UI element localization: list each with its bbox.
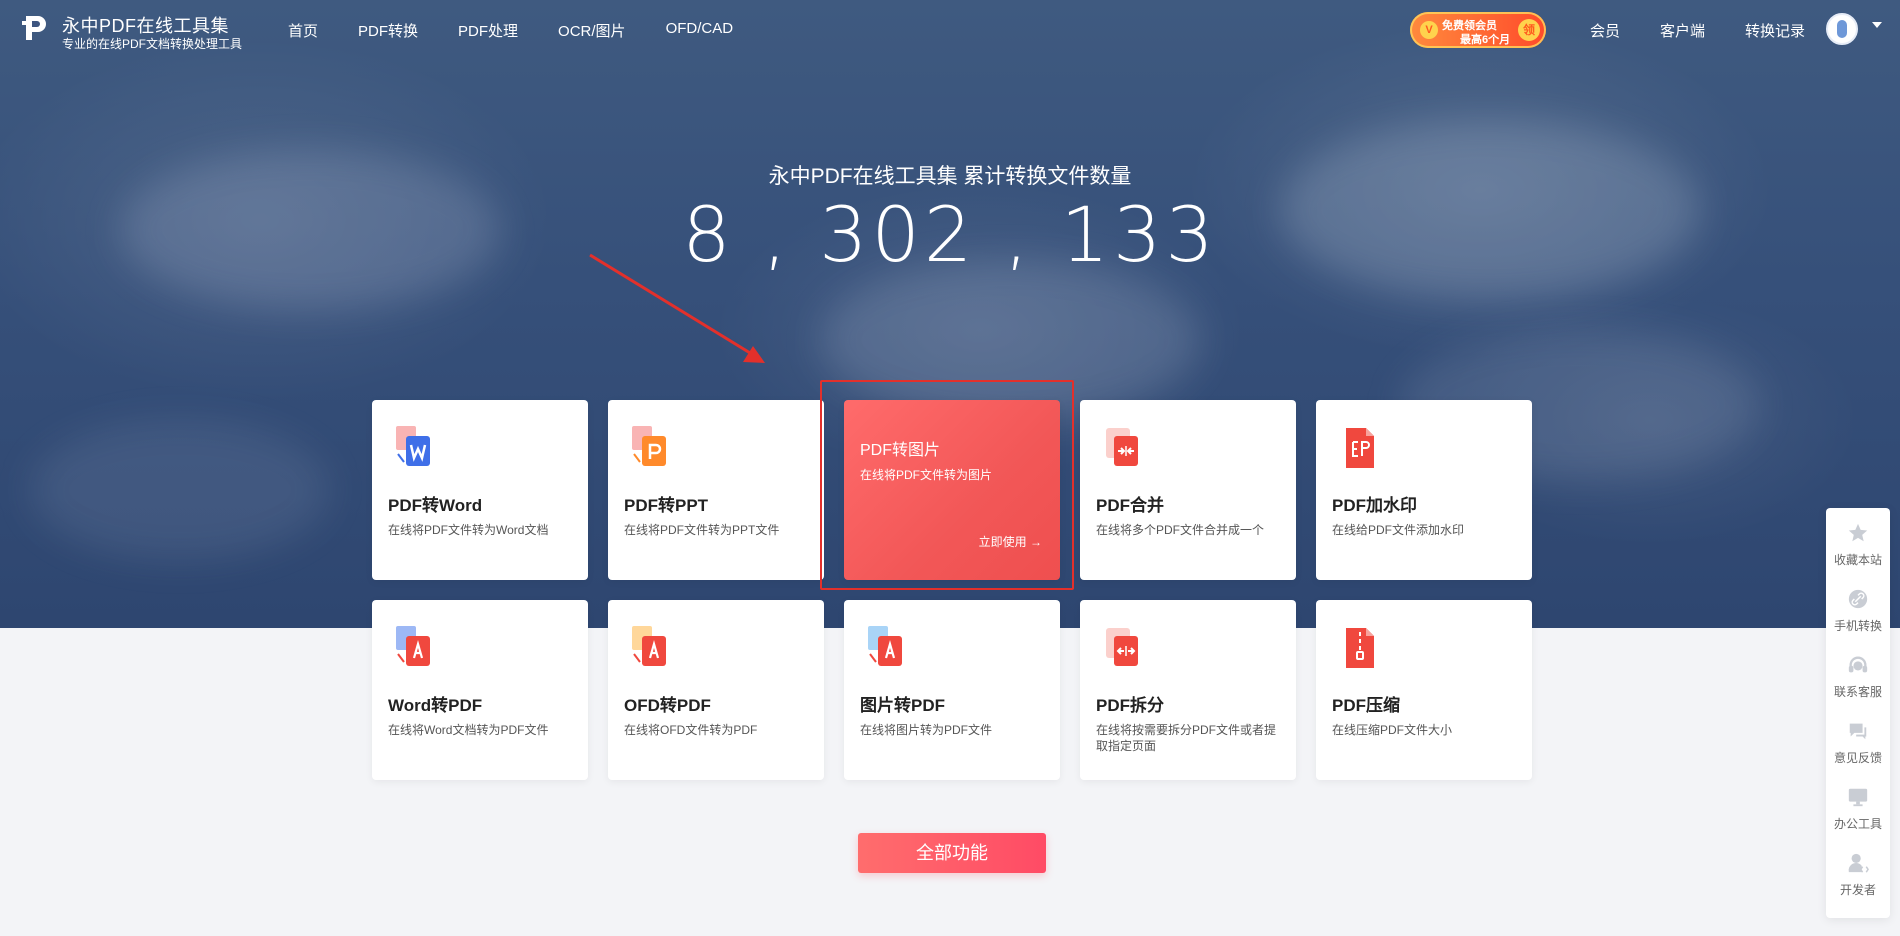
tool-card-pdf-watermark[interactable]: PDF加水印 在线给PDF文件添加水印 [1316,400,1532,580]
sidebar-item-label: 手机转换 [1833,619,1882,633]
sidebar-item-label: 联系客服 [1833,685,1882,699]
pdf-to-word-icon [396,426,430,466]
sidebar-item-feedback[interactable]: 意见反馈 [1826,706,1890,772]
free-membership-promo-button[interactable]: V 免费领会员 最高6个月 领 [1410,12,1546,48]
card-title: PDF转图片 [860,442,941,459]
tool-card-pdf-to-image[interactable]: PDF转图片 在线将PDF文件转为图片 立即使用 → [844,400,1060,580]
all-features-button[interactable]: 全部功能 [858,833,1046,873]
sidebar-item-label: 收藏本站 [1833,553,1882,567]
annotation-arrow-icon [589,253,765,363]
sidebar-item-label: 办公工具 [1833,817,1882,831]
card-description: 在线将Word文档转为PDF文件 [388,723,549,737]
pdf-split-icon [1106,628,1138,666]
user-avatar[interactable] [1826,13,1858,45]
card-title: PDF压缩 [1332,696,1400,715]
tool-card-ofd-to-pdf[interactable]: OFD转PDF 在线将OFD文件转为PDF [608,600,824,780]
tool-card-pdf-to-word[interactable]: PDF转Word 在线将PDF文件转为Word文档 [372,400,588,580]
sidebar-item-office-tools[interactable]: 办公工具 [1826,772,1890,838]
sidebar-item-label: 开发者 [1839,883,1876,897]
card-description: 在线将PDF文件转为Word文档 [388,523,549,537]
card-title: Word转PDF [388,696,483,715]
coin-icon: 领 [1518,19,1540,41]
nav-client[interactable]: 客户端 [1660,20,1705,41]
star-icon [1848,523,1868,542]
pdf-compress-icon [1346,628,1374,668]
tool-card-pdf-split[interactable]: PDF拆分 在线将按需要拆分PDF文件或者提取指定页面 [1080,600,1296,780]
headset-icon [1848,656,1868,673]
nav-membership[interactable]: 会员 [1590,20,1620,41]
link-icon [1848,589,1868,609]
card-title: PDF转PPT [624,496,709,515]
pdf-to-ppt-icon [632,426,666,466]
vip-badge-icon: V [1420,21,1438,39]
conversion-counter-value: 8 , 302 , 133 [682,190,1218,279]
main-nav: 首页 PDF转换 PDF处理 OCR/图片 OFD/CAD [288,20,773,41]
nav-home[interactable]: 首页 [288,20,318,41]
card-title: PDF合并 [1096,496,1164,515]
card-title: 图片转PDF [860,696,945,715]
conversion-counter-label: 永中PDF在线工具集 累计转换文件数量 [768,165,1132,188]
word-to-pdf-icon [396,626,430,666]
user-nav: 会员 客户端 转换记录 [1590,20,1845,41]
card-description: 在线将按需要拆分PDF文件或者提取指定页面 [1096,723,1277,753]
nav-pdf-convert[interactable]: PDF转换 [358,20,418,41]
pdf-merge-icon [1106,428,1138,466]
tool-card-pdf-to-ppt[interactable]: PDF转PPT 在线将PDF文件转为PPT文件 [608,400,824,580]
card-description: 在线将图片转为PDF文件 [860,723,993,737]
brand-logo-icon[interactable] [20,12,52,44]
card-description: 在线将多个PDF文件合并成一个 [1096,523,1265,537]
pdf-watermark-icon [1346,428,1374,468]
card-title: OFD转PDF [624,696,711,715]
sidebar-item-bookmark[interactable]: 收藏本站 [1826,508,1890,574]
developer-icon [1848,853,1869,873]
card-description: 在线将PDF文件转为PPT文件 [624,523,780,537]
nav-ofd-cad[interactable]: OFD/CAD [666,20,734,41]
card-title: PDF拆分 [1096,696,1164,715]
ofd-to-pdf-icon [632,626,666,666]
sidebar-item-support[interactable]: 联系客服 [1826,640,1890,706]
promo-line2: 最高6个月 [1460,34,1511,46]
card-title: PDF转Word [388,496,483,515]
sidebar-item-mobile[interactable]: 手机转换 [1826,574,1890,640]
side-toolbar: 收藏本站 手机转换 联系客服 意见反馈 办公工具 开发者 [1826,508,1890,918]
tool-card-pdf-merge[interactable]: PDF合并 在线将多个PDF文件合并成一个 [1080,400,1296,580]
image-to-pdf-icon [868,626,902,666]
top-header: 永中PDF在线工具集 专业的在线PDF文档转换处理工具 首页 PDF转换 PDF… [0,0,1900,60]
card-title: PDF加水印 [1332,496,1417,515]
chat-icon [1849,723,1867,740]
sidebar-item-label: 意见反馈 [1833,751,1882,765]
card-description: 在线将PDF文件转为图片 [860,468,993,482]
nav-pdf-process[interactable]: PDF处理 [458,20,518,41]
card-description: 在线压缩PDF文件大小 [1332,723,1453,737]
tool-card-pdf-compress[interactable]: PDF压缩 在线压缩PDF文件大小 [1316,600,1532,780]
monitor-icon [1848,788,1868,807]
nav-conversion-history[interactable]: 转换记录 [1745,20,1805,41]
tool-card-image-to-pdf[interactable]: 图片转PDF 在线将图片转为PDF文件 [844,600,1060,780]
chevron-down-icon[interactable] [1872,22,1882,28]
nav-ocr-image[interactable]: OCR/图片 [558,20,626,41]
tool-card-word-to-pdf[interactable]: Word转PDF 在线将Word文档转为PDF文件 [372,600,588,780]
sidebar-item-developer[interactable]: 开发者 [1826,838,1890,904]
card-description: 在线将OFD文件转为PDF [624,723,758,737]
use-now-link[interactable]: 立即使用 → [979,533,1042,550]
hero-background-shape [820,260,1200,420]
hero-background-shape [30,420,330,560]
card-description: 在线给PDF文件添加水印 [1332,523,1465,537]
brand-subtitle: 专业的在线PDF文档转换处理工具 [62,37,243,51]
